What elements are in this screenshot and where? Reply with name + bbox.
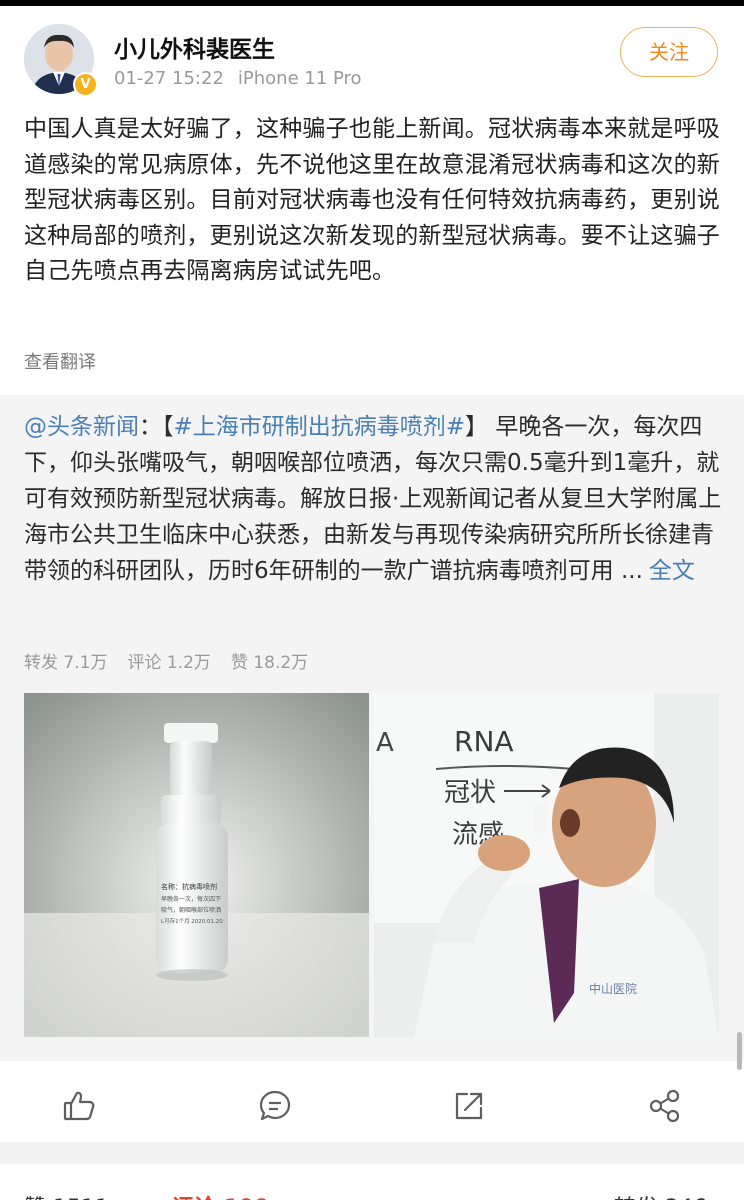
tab-comments[interactable]: 评论 199 bbox=[172, 1190, 270, 1200]
svg-text:中山医院: 中山医院 bbox=[589, 981, 637, 996]
action-bar bbox=[0, 1072, 744, 1142]
comment-count[interactable]: 评论 1.2万 bbox=[127, 653, 210, 673]
post-text: 中国人真是太好骗了，这种骗子也能上新闻。冠状病毒本来就是呼吸道感染的常见病原体，… bbox=[24, 116, 720, 284]
thumbs-up-icon[interactable] bbox=[59, 1086, 99, 1126]
verified-badge-icon: V bbox=[73, 72, 98, 97]
comment-icon[interactable] bbox=[255, 1086, 295, 1126]
photo-spray-bottle[interactable]: 名称：抗病毒喷剂 早晚各一次，每次四下 吸气，朝咽喉部位喷洒 L可存1个月 20… bbox=[24, 693, 369, 1037]
scrollbar[interactable] bbox=[737, 1032, 742, 1070]
repost-bracket-open: ：【 bbox=[139, 414, 174, 440]
photo-researcher[interactable]: A RNA 冠状 流感 中山医院 bbox=[374, 693, 719, 1037]
status-bar bbox=[0, 0, 744, 6]
svg-text:L可存1个月 2020.01.20: L可存1个月 2020.01.20 bbox=[161, 917, 223, 925]
follow-button[interactable]: 关注 bbox=[620, 27, 718, 77]
repost-count[interactable]: 转发 7.1万 bbox=[24, 653, 107, 673]
share-nodes-icon[interactable] bbox=[645, 1086, 685, 1126]
like-count[interactable]: 赞 18.2万 bbox=[231, 653, 308, 673]
repost-author-link[interactable]: @头条新闻 bbox=[24, 414, 139, 440]
share-out-icon[interactable] bbox=[449, 1086, 489, 1126]
hashtag-link[interactable]: #上海市研制出抗病毒喷剂# bbox=[174, 414, 466, 440]
svg-text:冠状: 冠状 bbox=[444, 778, 496, 808]
translate-link[interactable]: 查看翻译 bbox=[24, 348, 96, 374]
svg-text:吸气，朝咽喉部位喷洒: 吸气，朝咽喉部位喷洒 bbox=[161, 906, 221, 914]
post-time: 01-27 15:22 bbox=[114, 68, 224, 89]
svg-text:名称：抗病毒喷剂: 名称：抗病毒喷剂 bbox=[161, 882, 217, 891]
tab-likes[interactable]: 赞 1511 bbox=[24, 1190, 109, 1200]
svg-text:RNA: RNA bbox=[454, 725, 514, 758]
bottom-tabs: 赞 1511 评论 199 转发 246 bbox=[0, 1164, 744, 1200]
full-text-link[interactable]: 全文 bbox=[649, 558, 695, 584]
tab-reposts[interactable]: 转发 246 bbox=[614, 1190, 707, 1200]
reposted-content[interactable]: @头条新闻：【#上海市研制出抗病毒喷剂#】 早晚各一次，每次四下，仰头张嘴吸气，… bbox=[0, 395, 744, 1061]
repost-text: @头条新闻：【#上海市研制出抗病毒喷剂#】 早晚各一次，每次四下，仰头张嘴吸气，… bbox=[24, 409, 724, 589]
post-device: iPhone 11 Pro bbox=[237, 68, 362, 89]
post-meta: 01-27 15:22 iPhone 11 Pro bbox=[114, 68, 362, 89]
svg-text:早晚各一次，每次四下: 早晚各一次，每次四下 bbox=[161, 895, 221, 903]
section-divider bbox=[0, 1142, 744, 1164]
username[interactable]: 小儿外科裴医生 bbox=[114, 30, 275, 64]
svg-text:A: A bbox=[376, 728, 394, 758]
repost-stats: 转发 7.1万 评论 1.2万 赞 18.2万 bbox=[24, 648, 328, 673]
repost-bracket-close: 】 bbox=[465, 414, 489, 440]
